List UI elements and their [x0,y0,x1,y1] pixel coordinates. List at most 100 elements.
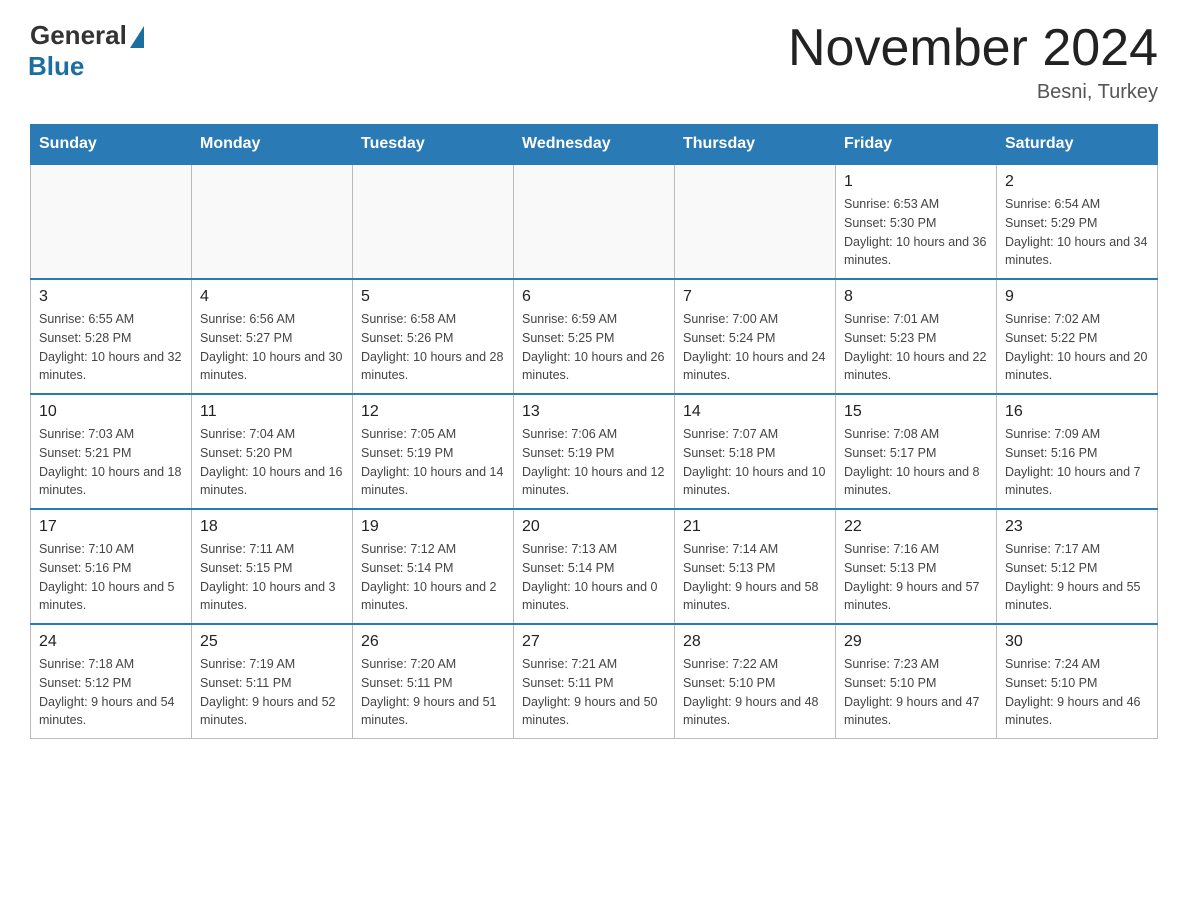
logo: General Blue [30,20,144,82]
day-number: 12 [361,403,505,421]
calendar-cell: 13Sunrise: 7:06 AMSunset: 5:19 PMDayligh… [514,394,675,509]
weekday-header-wednesday: Wednesday [514,125,675,165]
header: General Blue November 2024 Besni, Turkey [30,20,1158,104]
calendar-cell: 7Sunrise: 7:00 AMSunset: 5:24 PMDaylight… [675,279,836,394]
calendar-cell: 22 Sunrise: 7:16 AMSunset: 5:13 PMDayligh… [836,509,997,624]
day-number: 8 [844,288,988,306]
day-number: 20 [522,518,666,536]
logo-triangle-icon [130,26,144,48]
day-info: Sunrise: 7:03 AMSunset: 5:21 PMDaylight:… [39,425,183,500]
weekday-header-row: SundayMondayTuesdayWednesdayThursdayFrid… [31,125,1158,165]
day-number: 17 [39,518,183,536]
week-row-5: 24Sunrise: 7:18 AMSunset: 5:12 PMDayligh… [31,624,1158,739]
calendar-cell [31,164,192,279]
day-info: Sunrise: 7:17 AMSunset: 5:12 PMDaylight:… [1005,540,1149,615]
day-info: Sunrise: 7:01 AMSunset: 5:23 PMDaylight:… [844,310,988,385]
day-info: Sunrise: 7:16 AMSunset: 5:13 PMDaylight:… [844,540,988,615]
day-info: Sunrise: 7:10 AMSunset: 5:16 PMDaylight:… [39,540,183,615]
week-row-3: 10 Sunrise: 7:03 AMSunset: 5:21 PMDayligh… [31,394,1158,509]
day-number: 30 [1005,633,1149,651]
day-number: 28 [683,633,827,651]
day-number: 14 [683,403,827,421]
day-info: Sunrise: 6:55 AMSunset: 5:28 PMDaylight:… [39,310,183,385]
calendar-cell: 4Sunrise: 6:56 AMSunset: 5:27 PMDaylight… [192,279,353,394]
calendar-cell: 15 Sunrise: 7:08 AMSunset: 5:17 PMDayligh… [836,394,997,509]
calendar-cell [192,164,353,279]
calendar-cell: 25Sunrise: 7:19 AMSunset: 5:11 PMDayligh… [192,624,353,739]
weekday-header-monday: Monday [192,125,353,165]
day-number: 23 [1005,518,1149,536]
calendar-cell: 10 Sunrise: 7:03 AMSunset: 5:21 PMDayligh… [31,394,192,509]
day-number: 6 [522,288,666,306]
day-info: Sunrise: 7:07 AMSunset: 5:18 PMDaylight:… [683,425,827,500]
day-info: Sunrise: 7:22 AMSunset: 5:10 PMDaylight:… [683,655,827,730]
day-number: 10 [39,403,183,421]
calendar-cell [353,164,514,279]
day-info: Sunrise: 6:58 AMSunset: 5:26 PMDaylight:… [361,310,505,385]
title-area: November 2024 Besni, Turkey [788,20,1158,104]
calendar-cell: 23 Sunrise: 7:17 AMSunset: 5:12 PMDayligh… [997,509,1158,624]
calendar-cell: 14 Sunrise: 7:07 AMSunset: 5:18 PMDayligh… [675,394,836,509]
weekday-header-saturday: Saturday [997,125,1158,165]
day-number: 5 [361,288,505,306]
day-number: 9 [1005,288,1149,306]
day-number: 18 [200,518,344,536]
calendar-cell: 20Sunrise: 7:13 AMSunset: 5:14 PMDayligh… [514,509,675,624]
week-row-4: 17 Sunrise: 7:10 AMSunset: 5:16 PMDayligh… [31,509,1158,624]
day-info: Sunrise: 7:23 AMSunset: 5:10 PMDaylight:… [844,655,988,730]
calendar-cell: 24Sunrise: 7:18 AMSunset: 5:12 PMDayligh… [31,624,192,739]
day-info: Sunrise: 6:59 AMSunset: 5:25 PMDaylight:… [522,310,666,385]
day-number: 1 [844,173,988,191]
calendar-cell: 21Sunrise: 7:14 AMSunset: 5:13 PMDayligh… [675,509,836,624]
calendar-cell: 29 Sunrise: 7:23 AMSunset: 5:10 PMDayligh… [836,624,997,739]
day-info: Sunrise: 7:09 AMSunset: 5:16 PMDaylight:… [1005,425,1149,500]
calendar-cell: 17 Sunrise: 7:10 AMSunset: 5:16 PMDayligh… [31,509,192,624]
day-info: Sunrise: 7:21 AMSunset: 5:11 PMDaylight:… [522,655,666,730]
logo-blue-text: Blue [28,51,84,82]
day-number: 2 [1005,173,1149,191]
day-info: Sunrise: 7:12 AMSunset: 5:14 PMDaylight:… [361,540,505,615]
calendar-cell: 30 Sunrise: 7:24 AMSunset: 5:10 PMDayligh… [997,624,1158,739]
month-title: November 2024 [788,20,1158,77]
day-info: Sunrise: 7:24 AMSunset: 5:10 PMDaylight:… [1005,655,1149,730]
day-number: 13 [522,403,666,421]
calendar-cell: 26 Sunrise: 7:20 AMSunset: 5:11 PMDayligh… [353,624,514,739]
calendar-cell: 9 Sunrise: 7:02 AMSunset: 5:22 PMDaylight… [997,279,1158,394]
calendar-cell: 19 Sunrise: 7:12 AMSunset: 5:14 PMDayligh… [353,509,514,624]
week-row-1: 1Sunrise: 6:53 AMSunset: 5:30 PMDaylight… [31,164,1158,279]
day-number: 21 [683,518,827,536]
calendar-cell: 6 Sunrise: 6:59 AMSunset: 5:25 PMDaylight… [514,279,675,394]
logo-general-text: General [30,20,127,51]
calendar-cell: 18 Sunrise: 7:11 AMSunset: 5:15 PMDayligh… [192,509,353,624]
day-number: 22 [844,518,988,536]
day-info: Sunrise: 7:05 AMSunset: 5:19 PMDaylight:… [361,425,505,500]
day-number: 24 [39,633,183,651]
day-number: 3 [39,288,183,306]
calendar-cell [675,164,836,279]
calendar-cell: 27 Sunrise: 7:21 AMSunset: 5:11 PMDayligh… [514,624,675,739]
day-number: 29 [844,633,988,651]
calendar-cell: 8 Sunrise: 7:01 AMSunset: 5:23 PMDaylight… [836,279,997,394]
day-number: 15 [844,403,988,421]
calendar-cell [514,164,675,279]
day-number: 7 [683,288,827,306]
location: Besni, Turkey [788,81,1158,104]
day-info: Sunrise: 7:20 AMSunset: 5:11 PMDaylight:… [361,655,505,730]
day-number: 26 [361,633,505,651]
day-number: 11 [200,403,344,421]
day-number: 19 [361,518,505,536]
day-number: 27 [522,633,666,651]
day-info: Sunrise: 7:08 AMSunset: 5:17 PMDaylight:… [844,425,988,500]
calendar-cell: 2Sunrise: 6:54 AMSunset: 5:29 PMDaylight… [997,164,1158,279]
weekday-header-thursday: Thursday [675,125,836,165]
calendar-cell: 3 Sunrise: 6:55 AMSunset: 5:28 PMDaylight… [31,279,192,394]
day-info: Sunrise: 7:02 AMSunset: 5:22 PMDaylight:… [1005,310,1149,385]
day-info: Sunrise: 7:19 AMSunset: 5:11 PMDaylight:… [200,655,344,730]
day-info: Sunrise: 7:11 AMSunset: 5:15 PMDaylight:… [200,540,344,615]
calendar-cell: 16Sunrise: 7:09 AMSunset: 5:16 PMDayligh… [997,394,1158,509]
weekday-header-friday: Friday [836,125,997,165]
weekday-header-tuesday: Tuesday [353,125,514,165]
day-info: Sunrise: 6:56 AMSunset: 5:27 PMDaylight:… [200,310,344,385]
calendar-cell: 5 Sunrise: 6:58 AMSunset: 5:26 PMDaylight… [353,279,514,394]
day-info: Sunrise: 7:04 AMSunset: 5:20 PMDaylight:… [200,425,344,500]
